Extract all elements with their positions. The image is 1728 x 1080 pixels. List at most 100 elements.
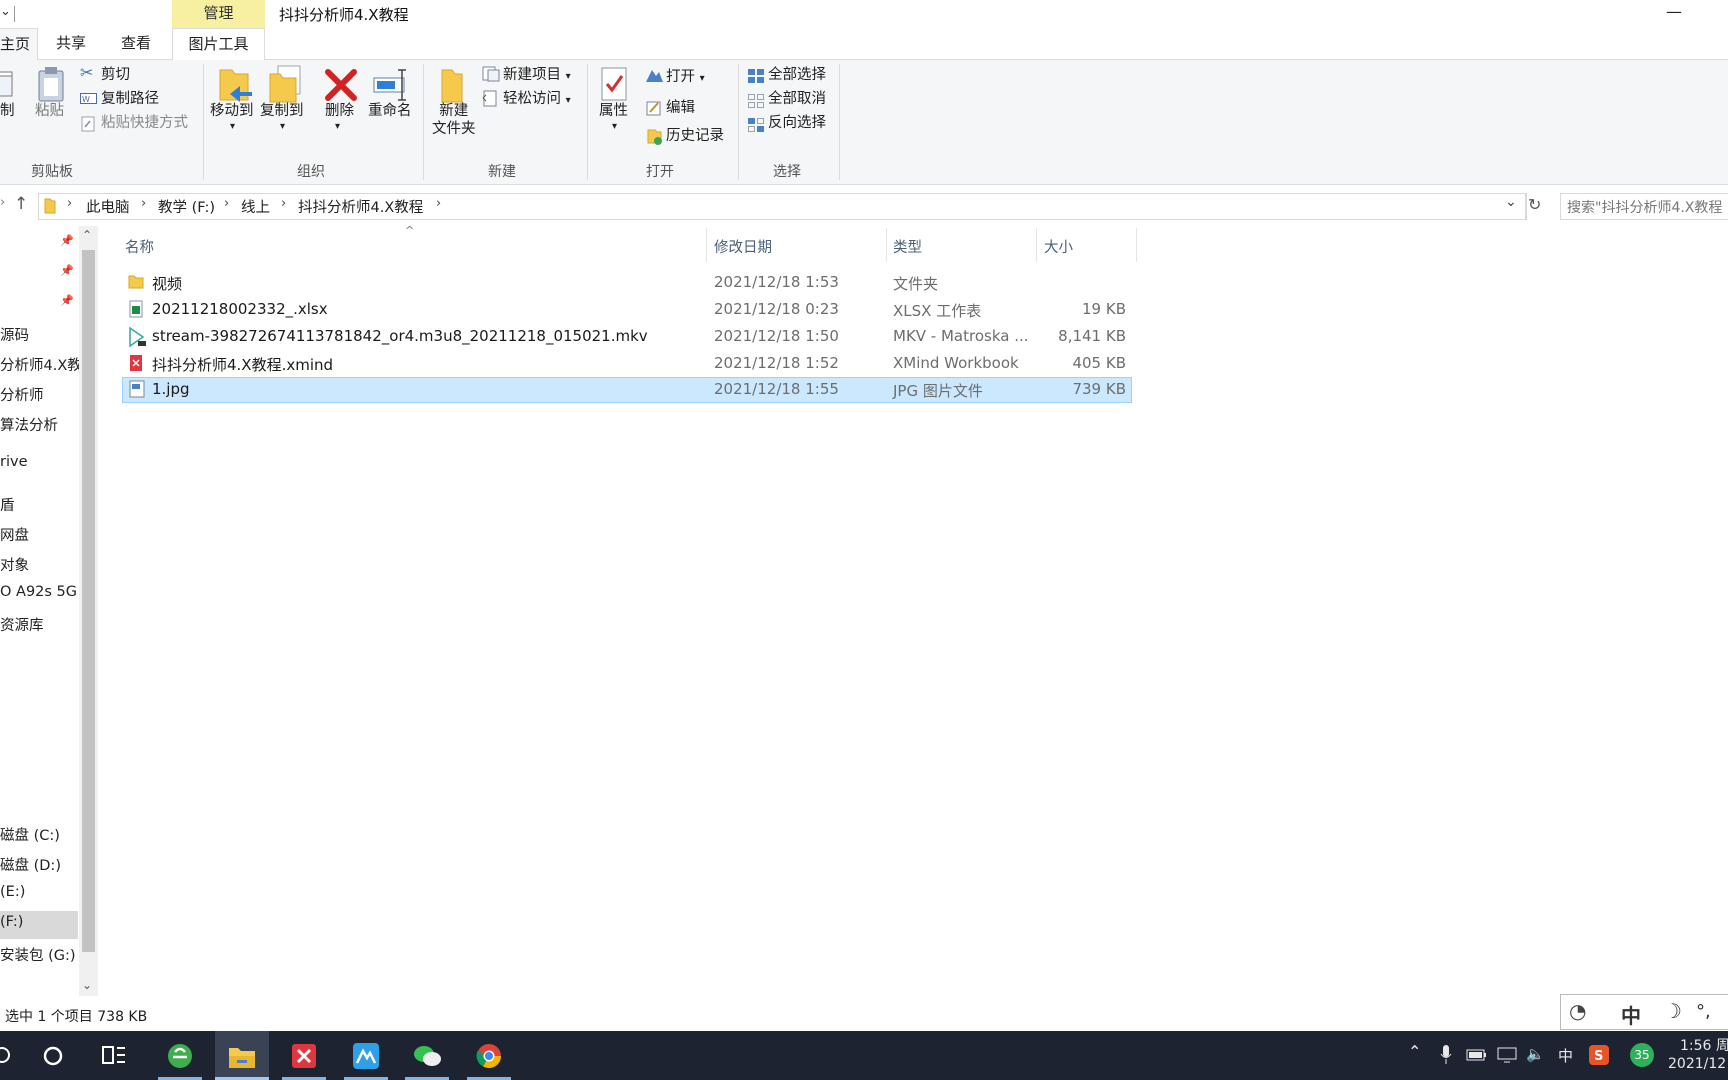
column-divider[interactable] — [886, 228, 887, 262]
security-badge[interactable]: 35 — [1630, 1043, 1654, 1067]
editor-app-icon — [353, 1043, 379, 1069]
quick-access-chevron-icon[interactable]: ⌄ — [0, 4, 11, 19]
battery-icon[interactable] — [1466, 1048, 1488, 1062]
taskbar-editor-app[interactable] — [339, 1031, 393, 1080]
breadcrumb-separator-icon[interactable]: › — [224, 196, 229, 211]
volume-icon[interactable]: 🔈 — [1526, 1045, 1545, 1063]
column-header-modified[interactable]: 修改日期 — [714, 236, 772, 257]
punctuation-icon[interactable]: °, — [1696, 1001, 1711, 1022]
properties-dropdown-icon[interactable]: ▾ — [612, 118, 617, 136]
tab-view[interactable]: 查看 — [121, 28, 151, 60]
select-none-button[interactable]: 全部取消 — [768, 88, 826, 110]
input-language-indicator[interactable]: 中 — [1558, 1045, 1573, 1066]
easy-access-button[interactable]: 轻松访问 ▾ — [503, 88, 571, 110]
copy-button[interactable]: 制 — [0, 102, 15, 120]
column-divider[interactable] — [1036, 228, 1037, 262]
up-arrow-icon[interactable]: ↑ — [14, 194, 28, 214]
open-button[interactable]: 打开 ▾ — [666, 66, 705, 88]
nav-item-library[interactable]: 资源库 — [0, 614, 44, 635]
clock-date[interactable]: 2021/12 — [1668, 1056, 1726, 1072]
invert-selection-button[interactable]: 反向选择 — [768, 112, 826, 134]
file-row[interactable]: 视频 2021/12/18 1:53 文件夹 — [122, 270, 1132, 296]
tab-share[interactable]: 共享 — [56, 28, 86, 60]
video-file-icon — [129, 327, 146, 347]
show-hidden-icons-chevron-icon[interactable]: ⌃ — [1408, 1042, 1421, 1061]
nav-item[interactable]: 分析师4.X教 — [0, 354, 82, 375]
breadcrumb-separator-icon[interactable]: › — [281, 196, 286, 211]
microphone-icon[interactable] — [1440, 1044, 1452, 1066]
edit-button[interactable]: 编辑 — [666, 97, 695, 119]
scroll-up-icon[interactable]: ⌃ — [82, 228, 92, 242]
move-to-dropdown-icon[interactable]: ▾ — [230, 118, 235, 136]
scroll-down-icon[interactable]: ⌄ — [82, 978, 92, 992]
minimize-button[interactable]: — — [1660, 2, 1688, 24]
file-row[interactable]: stream-398272674113781842_or4.m3u8_20211… — [122, 324, 1132, 350]
nav-item-drive-e[interactable]: (E:) — [0, 884, 25, 900]
column-header-name[interactable]: 名称 — [125, 236, 154, 257]
copy-path-button[interactable]: 复制路径 — [101, 88, 159, 110]
nav-scrollbar-thumb[interactable] — [82, 250, 95, 952]
nav-item-onedrive[interactable]: rive — [0, 454, 28, 470]
sogou-ime-icon[interactable]: S — [1588, 1044, 1610, 1066]
tab-picture-tools[interactable]: 图片工具 — [172, 28, 265, 61]
taskbar-chrome-app[interactable] — [462, 1031, 516, 1080]
file-row[interactable]: 20211218002332_.xlsx 2021/12/18 0:23 XLS… — [122, 297, 1132, 323]
forward-icon[interactable]: › — [0, 195, 5, 210]
rename-button[interactable]: 重命名 — [368, 102, 412, 120]
moon-icon[interactable]: ☽ — [1664, 999, 1682, 1023]
column-header-size[interactable]: 大小 — [1044, 236, 1073, 257]
nav-item[interactable]: 分析师 — [0, 384, 44, 405]
column-divider[interactable] — [1136, 228, 1137, 262]
breadcrumb-separator-icon[interactable]: › — [141, 196, 146, 211]
manage-context-tab[interactable]: 管理 — [172, 0, 265, 28]
copy-to-dropdown-icon[interactable]: ▾ — [280, 118, 285, 136]
network-icon[interactable] — [1496, 1046, 1518, 1064]
open-icon — [646, 70, 663, 82]
ime-mode[interactable]: 中 — [1621, 1000, 1641, 1029]
new-item-button[interactable]: 新建项目 ▾ — [503, 64, 571, 86]
file-row-selected[interactable]: 1.jpg 2021/12/18 1:55 JPG 图片文件 739 KB — [122, 377, 1132, 403]
ime-toolbar[interactable]: ◔ 中 ☽ °, — [1560, 994, 1728, 1030]
nav-item-drive-c[interactable]: 磁盘 (C:) — [0, 824, 60, 845]
refresh-icon[interactable]: ↻ — [1528, 195, 1541, 214]
nav-item-drive-d[interactable]: 磁盘 (D:) — [0, 854, 61, 875]
task-view-icon[interactable] — [101, 1044, 127, 1066]
address-history-dropdown-icon[interactable]: ⌄ — [1505, 194, 1517, 210]
browser-e-icon — [168, 1044, 192, 1068]
nav-item-drive-f[interactable]: (F:) — [0, 914, 23, 930]
scissors-icon: ✂ — [80, 63, 94, 82]
select-all-button[interactable]: 全部选择 — [768, 64, 826, 86]
breadcrumb-drive-f[interactable]: 教学 (F:) — [158, 196, 215, 217]
nav-item-cloud-drive[interactable]: 网盘 — [0, 524, 29, 545]
paste-button[interactable]: 粘贴 — [35, 102, 64, 120]
delete-dropdown-icon[interactable]: ▾ — [335, 118, 340, 136]
easy-access-label: 轻松访问 — [503, 91, 561, 107]
nav-item-phone[interactable]: O A92s 5G — [0, 584, 77, 600]
cut-button[interactable]: 剪切 — [101, 64, 130, 86]
breadcrumb-this-pc[interactable]: 此电脑 — [86, 196, 130, 217]
breadcrumb-separator-icon[interactable]: › — [67, 196, 72, 211]
column-header-type[interactable]: 类型 — [893, 236, 922, 257]
clock-time[interactable]: 1:56 周 — [1680, 1035, 1728, 1055]
new-folder-button[interactable]: 新建 文件夹 — [432, 102, 476, 138]
nav-item[interactable]: 源码 — [0, 324, 29, 345]
tab-home[interactable]: 主页 — [0, 28, 38, 61]
breadcrumb-current-folder[interactable]: 抖抖分析师4.X教程 — [298, 196, 423, 217]
search-icon[interactable] — [0, 1045, 12, 1065]
ime-logo-icon[interactable]: ◔ — [1569, 999, 1586, 1023]
history-button[interactable]: 历史记录 — [666, 125, 724, 147]
paste-shortcut-button[interactable]: 粘贴快捷方式 — [101, 112, 188, 134]
nav-item-drive-g[interactable]: 安装包 (G:) — [0, 944, 76, 965]
nav-item-3d-objects[interactable]: 对象 — [0, 554, 29, 575]
file-row[interactable]: 抖抖分析师4.X教程.xmind 2021/12/18 1:52 XMind W… — [122, 351, 1132, 377]
nav-item[interactable]: 盾 — [0, 494, 15, 515]
column-divider[interactable] — [706, 228, 707, 262]
breadcrumb-online[interactable]: 线上 — [241, 196, 270, 217]
nav-item[interactable]: 算法分析 — [0, 414, 58, 435]
taskbar-browser-app[interactable] — [153, 1031, 207, 1080]
taskbar-wechat-app[interactable] — [400, 1031, 454, 1080]
taskbar-file-explorer[interactable] — [215, 1031, 269, 1080]
taskbar-xmind-app[interactable] — [277, 1031, 331, 1080]
cortana-icon[interactable] — [42, 1045, 64, 1067]
breadcrumb-separator-icon[interactable]: › — [436, 196, 441, 211]
